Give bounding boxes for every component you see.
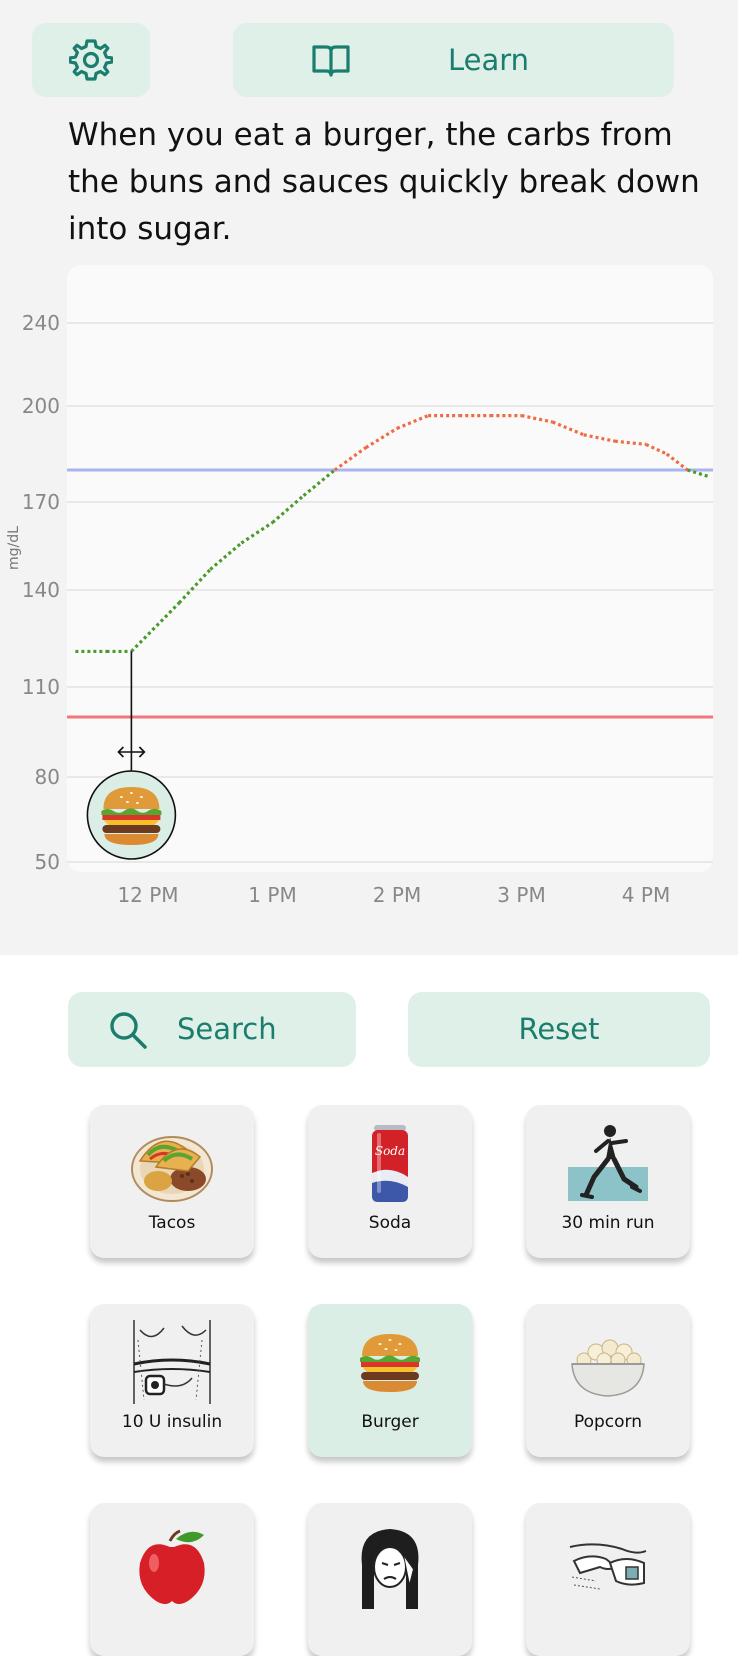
gear-icon [69, 39, 113, 81]
x-tick-label: 12 PM [117, 883, 178, 907]
x-tick-label: 4 PM [622, 883, 670, 907]
glucose-chart: 240 200 170 140 110 80 50 mg/dL 12 PM 1 PM 2 PM 3… [6, 265, 713, 907]
x-tick-label: 1 PM [248, 883, 296, 907]
reset-button[interactable]: Reset [408, 992, 710, 1067]
tile-apple[interactable] [90, 1503, 254, 1656]
y-axis-ticks: 240 200 170 140 110 80 50 [22, 311, 60, 874]
y-axis-label: mg/dL [6, 526, 22, 570]
y-tick-label: 50 [35, 850, 60, 874]
search-button[interactable]: Search [68, 992, 356, 1067]
burger-event-marker[interactable] [86, 770, 177, 860]
stressed-woman-icon [361, 1529, 419, 1609]
explanation-text: When you eat a burger, the carbs from th… [68, 117, 700, 247]
tile-stress[interactable] [308, 1503, 472, 1656]
learn-button[interactable]: Learn [233, 23, 674, 97]
hands-icon [569, 1543, 647, 1590]
top-area: Learn When you eat a burger, the carbs f… [0, 0, 738, 955]
tile-tacos[interactable]: Tacos [90, 1105, 254, 1258]
y-tick-label: 80 [35, 765, 60, 789]
search-label: Search [177, 1012, 277, 1046]
bottom-area: Search Reset Tacos Soda Soda 30 min run … [0, 955, 738, 1656]
x-axis-ticks: 12 PM 1 PM 2 PM 3 PM 4 PM [117, 883, 670, 907]
tile-label: 30 min run [561, 1213, 655, 1233]
apple-icon [139, 1529, 205, 1604]
tile-label: Burger [361, 1412, 419, 1432]
tile-hands[interactable] [526, 1503, 690, 1656]
y-tick-label: 240 [22, 311, 60, 335]
x-tick-label: 2 PM [373, 883, 421, 907]
y-tick-label: 140 [22, 578, 60, 602]
tile-30-min-run[interactable]: 30 min run [526, 1105, 690, 1258]
insulin-pump-icon [133, 1320, 211, 1404]
settings-button[interactable] [32, 23, 150, 97]
search-icon [110, 1012, 147, 1049]
learn-label: Learn [448, 43, 530, 77]
y-tick-label: 110 [22, 675, 60, 699]
burger-icon [101, 787, 162, 845]
tile-label: Soda [368, 1213, 412, 1233]
tile-10-u-insulin[interactable]: 10 U insulin [90, 1304, 254, 1457]
tile-burger[interactable]: Burger [308, 1304, 472, 1457]
tile-label: Tacos [148, 1213, 196, 1233]
open-book-icon [312, 45, 350, 77]
x-tick-label: 3 PM [497, 883, 545, 907]
popcorn-icon [571, 1339, 645, 1397]
y-tick-label: 200 [22, 394, 60, 418]
tile-soda[interactable]: Soda Soda [308, 1105, 472, 1258]
runner-icon [568, 1125, 648, 1201]
burger-icon [360, 1334, 420, 1392]
tacos-icon [131, 1136, 213, 1202]
tile-label: Popcorn [573, 1412, 643, 1432]
y-tick-label: 170 [22, 490, 60, 514]
soda-can-icon: Soda [372, 1125, 408, 1202]
plot-background [67, 265, 713, 872]
tile-popcorn[interactable]: Popcorn [526, 1304, 690, 1457]
tile-label: 10 U insulin [121, 1412, 223, 1432]
